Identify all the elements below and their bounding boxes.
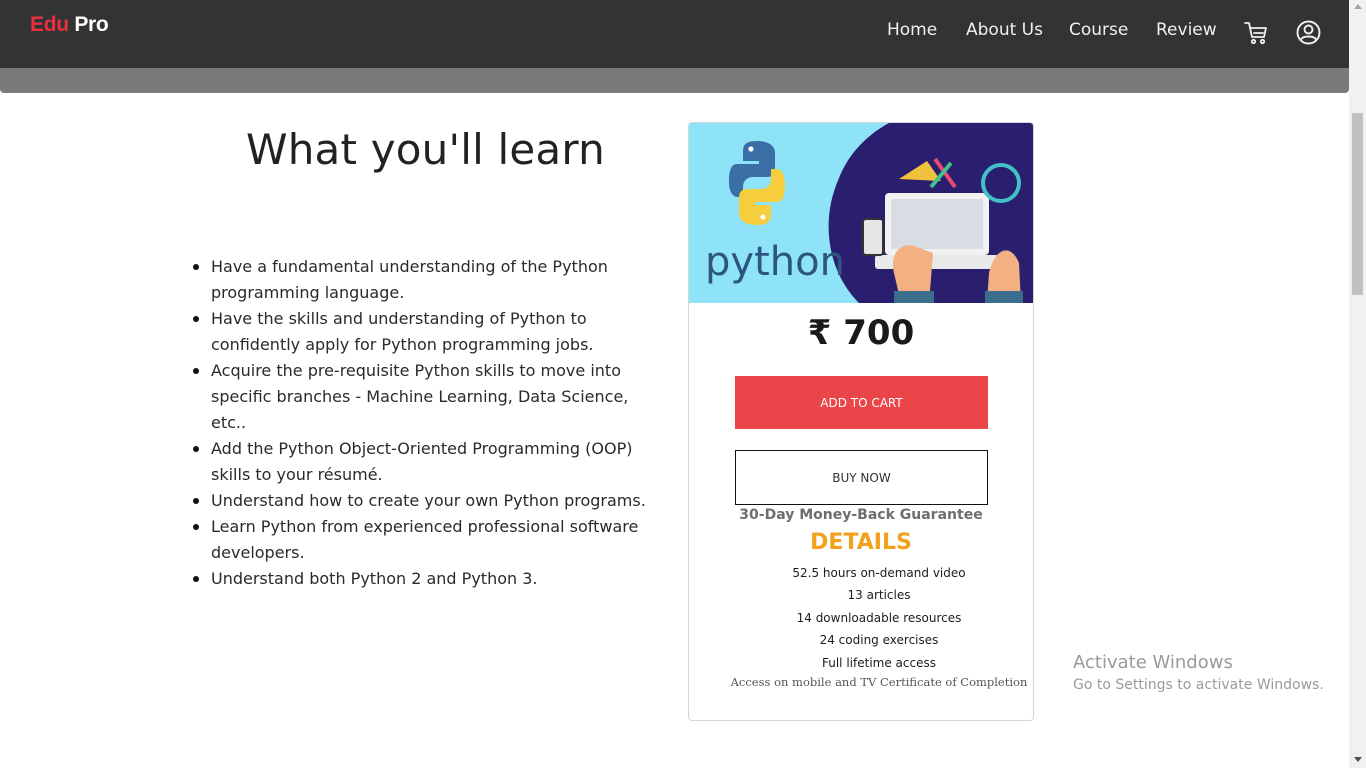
logo-edu: Edu	[30, 13, 69, 36]
course-card: python ₹ 700 ADD TO CART BUY NOW 30-Day …	[688, 122, 1034, 721]
user-account-icon[interactable]	[1296, 20, 1321, 49]
detail-item: 14 downloadable resources	[796, 610, 962, 625]
nav-link-course[interactable]: Course	[1069, 20, 1128, 40]
add-to-cart-button[interactable]: ADD TO CART	[735, 376, 988, 429]
detail-item: 24 coding exercises	[819, 633, 939, 648]
course-thumbnail-image: python	[689, 123, 1033, 303]
navbar-shadow-strip	[0, 68, 1349, 93]
windows-activation-title: Activate Windows	[1073, 652, 1233, 673]
python-wordmark: python	[705, 239, 845, 285]
course-price: ₹ 700	[807, 313, 915, 353]
list-item: Understand both Python 2 and Python 3.	[193, 566, 668, 592]
detail-item: 52.5 hours on-demand video	[792, 566, 966, 580]
details-heading: DETAILS	[810, 530, 912, 555]
detail-item: Full lifetime access	[822, 655, 936, 670]
list-item: Learn Python from experienced profession…	[193, 514, 668, 566]
scroll-up-arrow-icon[interactable]	[1354, 4, 1362, 9]
nav-link-home[interactable]: Home	[887, 20, 937, 40]
nav-link-about-us[interactable]: About Us	[966, 20, 1043, 40]
logo-pro: Pro	[74, 13, 109, 36]
nav-link-review[interactable]: Review	[1156, 20, 1217, 40]
detail-item: 13 articles	[847, 588, 911, 603]
access-note: Access on mobile and TV Certificate of C…	[730, 675, 1028, 689]
list-item: Have the skills and understanding of Pyt…	[193, 306, 668, 358]
section-title: What you'll learn	[246, 125, 605, 174]
list-item: Have a fundamental understanding of the …	[193, 254, 668, 306]
buy-now-button[interactable]: BUY NOW	[735, 450, 988, 505]
navbar: Edu Pro Home About Us Course Review	[0, 0, 1349, 68]
learning-outcomes-list: Have a fundamental understanding of the …	[193, 254, 668, 592]
cart-icon[interactable]	[1243, 20, 1269, 50]
course-details-list: 52.5 hours on-demand video 13 articles 1…	[689, 562, 1069, 674]
money-back-guarantee: 30-Day Money-Back Guarantee	[739, 507, 983, 523]
scroll-down-arrow-icon[interactable]	[1354, 757, 1362, 762]
list-item: Understand how to create your own Python…	[193, 488, 668, 514]
list-item: Acquire the pre-requisite Python skills …	[193, 358, 668, 436]
scrollbar-thumb[interactable]	[1352, 113, 1363, 295]
windows-activation-subtitle: Go to Settings to activate Windows.	[1073, 677, 1324, 693]
list-item: Add the Python Object-Oriented Programmi…	[193, 436, 668, 488]
logo[interactable]: Edu Pro	[30, 13, 109, 37]
